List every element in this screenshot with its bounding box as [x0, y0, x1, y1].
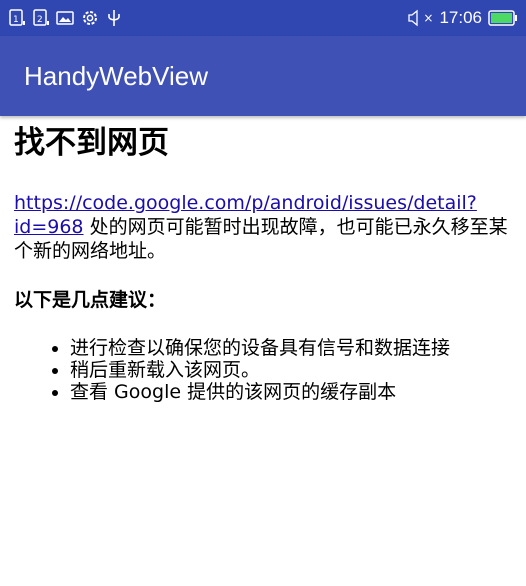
app-title: HandyWebView — [24, 60, 209, 91]
error-description: https://code.google.com/p/android/issues… — [14, 191, 512, 263]
svg-text:2: 2 — [37, 15, 43, 25]
sim1-icon: 1 — [8, 9, 26, 27]
mute-icon: × — [408, 9, 433, 27]
suggestions-list: 进行检查以确保您的设备具有信号和数据连接 稍后重新载入该网页。 查看 Googl… — [14, 337, 512, 403]
suggestion-item: 进行检查以确保您的设备具有信号和数据连接 — [70, 337, 512, 359]
suggestion-item: 查看 Google 提供的该网页的缓存副本 — [70, 381, 512, 403]
suggestions-title: 以下是几点建议： — [14, 289, 167, 311]
settings-icon — [80, 8, 100, 28]
status-icons: 1 2 — [8, 8, 122, 28]
usb-icon — [106, 8, 122, 28]
image-icon — [56, 9, 74, 27]
error-description-text: 处的网页可能暂时出现故障，也可能已永久移至某个新的网络地址。 — [14, 216, 508, 262]
sim2-icon: 2 — [32, 9, 50, 27]
app-bar: HandyWebView — [0, 36, 526, 116]
svg-text:1: 1 — [13, 15, 19, 25]
status-right: × 17:06 — [408, 8, 518, 28]
page-heading: 找不到网页 — [14, 125, 169, 161]
status-time: 17:06 — [439, 8, 482, 27]
battery-icon — [488, 9, 518, 27]
suggestion-item: 稍后重新载入该网页。 — [70, 359, 512, 381]
webview-content[interactable]: 找不到网页 https://code.google.com/p/android/… — [0, 122, 526, 403]
status-bar: 1 2 × 17:06 — [0, 0, 526, 36]
